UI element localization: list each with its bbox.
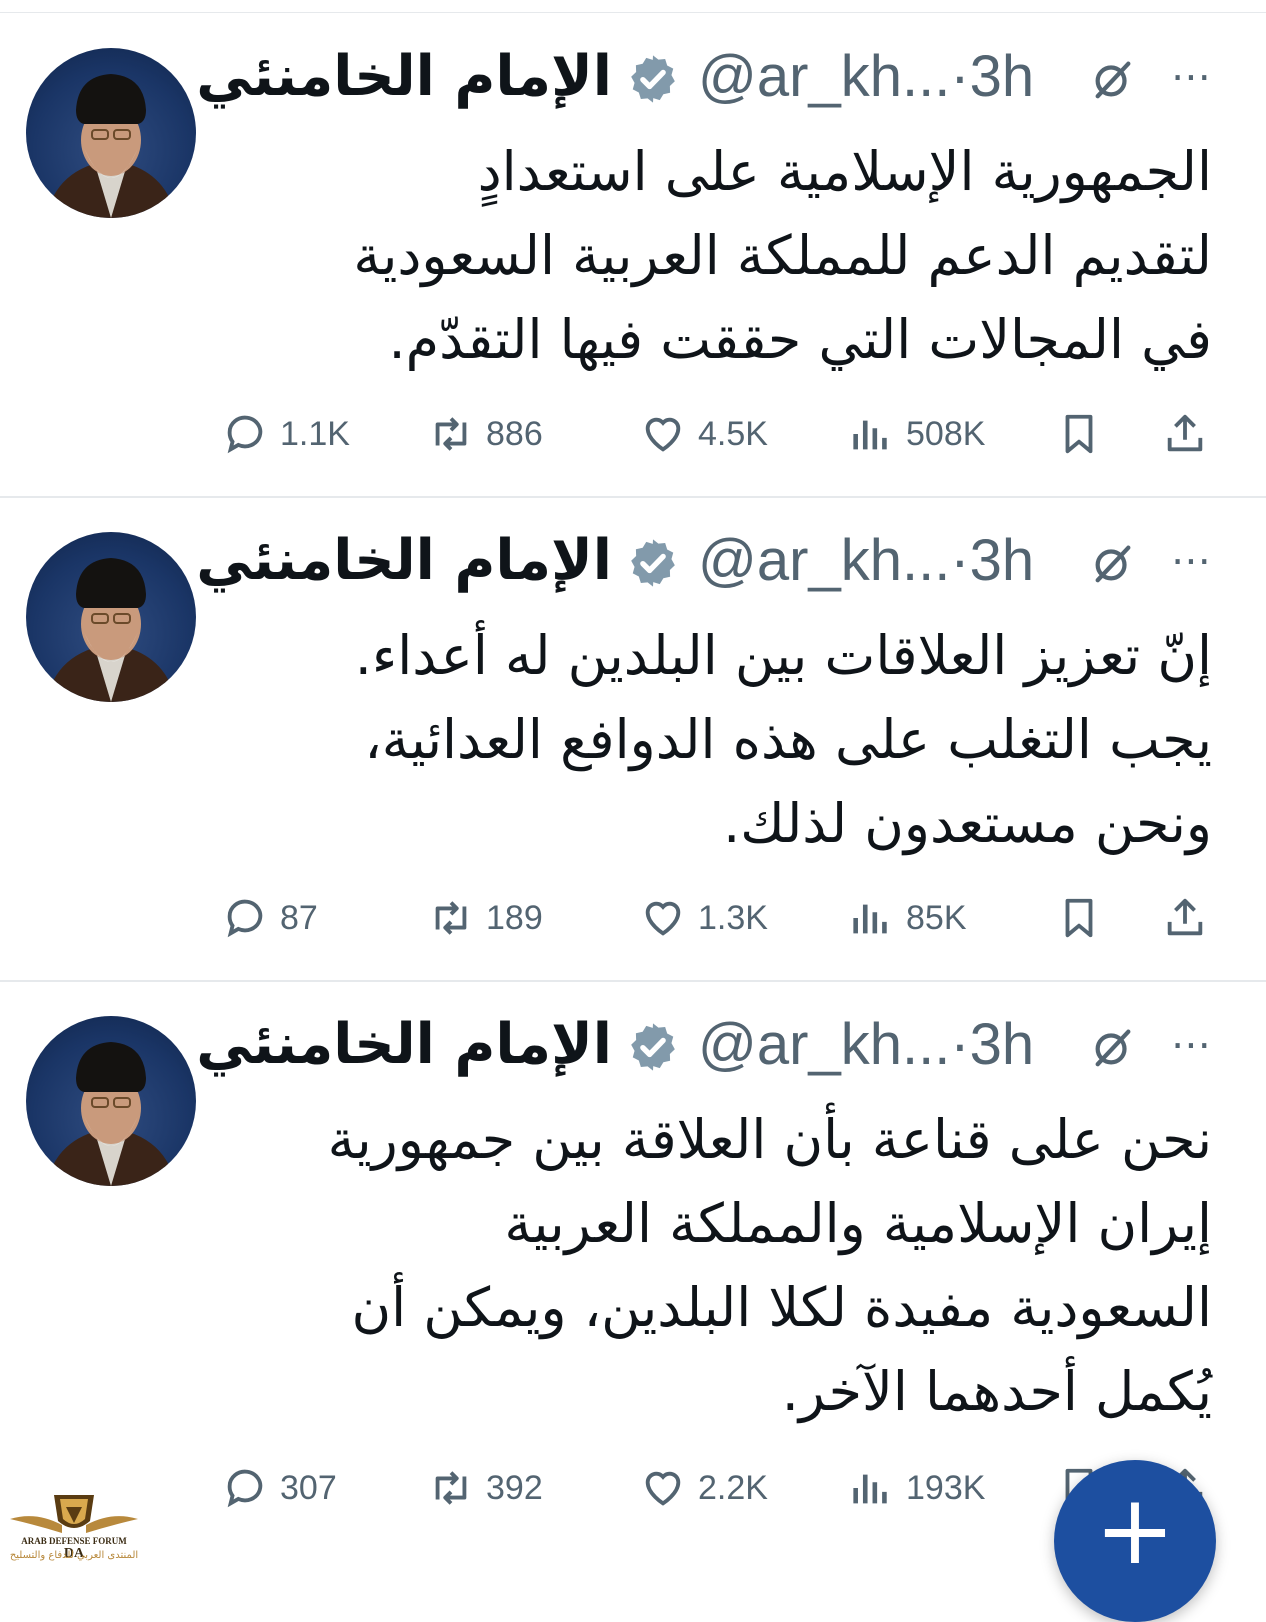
more-options-icon[interactable]: ⋯ [1166, 1010, 1214, 1080]
tweet-text-line: الجمهورية الإسلامية على استعدادٍ [477, 140, 1212, 203]
arab-defense-forum-logo-icon: DA [10, 1495, 138, 1561]
like-count: 2.2K [698, 1468, 768, 1507]
tweet-header: الإمام الخامنئي @ar_kh...·3h ⋯ [196, 42, 1222, 112]
view-count: 85K [906, 898, 967, 937]
avatar[interactable] [26, 48, 196, 218]
heart-icon [645, 1471, 681, 1506]
repost-icon [435, 417, 467, 451]
share-button[interactable] [1162, 890, 1220, 946]
reply-icon [227, 899, 263, 938]
tweet-actions: 1.1K 886 4.5K 508K [222, 406, 1212, 462]
like-count: 4.5K [698, 414, 768, 453]
author-handle[interactable]: @ar_kh...·3h [698, 526, 1034, 596]
views-chart-icon [853, 904, 887, 934]
author-handle[interactable]: @ar_kh...·3h [698, 42, 1034, 112]
reply-count: 307 [280, 1468, 337, 1507]
author-name[interactable]: الإمام الخامنئي [196, 1010, 612, 1080]
author-name[interactable]: الإمام الخامنئي [196, 42, 612, 112]
avatar-portrait-icon [46, 1042, 176, 1186]
repost-icon [435, 1471, 467, 1505]
more-options-icon[interactable]: ⋯ [1166, 42, 1214, 112]
tweet-text-line: لتقديم الدعم للمملكة العربية السعودية [353, 224, 1212, 287]
reply-button[interactable]: 307 [222, 1460, 337, 1516]
verified-badge-icon [631, 539, 675, 587]
reply-icon [227, 1469, 263, 1508]
watermark-arabic-text: المنتدى العربي للدفاع والتسليح [9, 1550, 139, 1561]
views-chart-icon [853, 420, 887, 450]
tweet-text-line: في المجالات التي حققت فيها التقدّم. [388, 308, 1212, 371]
tweet-text-line: ونحن مستعدون لذلك. [723, 792, 1212, 855]
bookmark-button[interactable] [1056, 406, 1114, 462]
like-count: 1.3K [698, 898, 768, 937]
repost-count: 392 [486, 1468, 543, 1507]
watermark-english-text: ARAB DEFENSE FORUM [21, 1536, 127, 1546]
tweet-text-line: إيران الإسلامية والمملكة العربية [504, 1192, 1212, 1255]
top-divider [0, 12, 1266, 13]
avatar-portrait-icon [46, 74, 176, 218]
repost-icon [435, 901, 467, 935]
tweet-text-line: السعودية مفيدة لكلا البلدين، ويمكن أن [351, 1276, 1212, 1339]
tweet-divider [0, 980, 1266, 982]
reply-count: 1.1K [280, 414, 350, 453]
share-icon [1167, 414, 1203, 452]
reply-button[interactable]: 1.1K [222, 406, 350, 462]
tweet-divider [0, 496, 1266, 498]
verified-badge-icon [631, 1023, 675, 1071]
heart-icon [645, 417, 681, 452]
tweet-text-line: إنّ تعزيز العلاقات بين البلدين له أعداء. [354, 624, 1212, 687]
views-button[interactable]: 193K [848, 1460, 985, 1516]
reply-count: 87 [280, 898, 318, 937]
avatar[interactable] [26, 1016, 196, 1186]
heart-icon [645, 901, 681, 936]
author-handle[interactable]: @ar_kh...·3h [698, 1010, 1034, 1080]
tweet-header: الإمام الخامنئي @ar_kh...·3h ⋯ [196, 1010, 1222, 1080]
tweet-text-line: نحن على قناعة بأن العلاقة بين جمهورية [327, 1108, 1212, 1171]
repost-button[interactable]: 886 [428, 406, 543, 462]
grok-icon[interactable] [1090, 1024, 1136, 1070]
tweet-actions: 87 189 1.3K 85K [222, 890, 1212, 946]
like-button[interactable]: 2.2K [640, 1460, 768, 1516]
compose-post-button[interactable]: + [1054, 1460, 1216, 1622]
reply-button[interactable]: 87 [222, 890, 318, 946]
share-button[interactable] [1162, 406, 1220, 462]
tweet-text: نحن على قناعة بأن العلاقة بين جمهورية إي… [222, 1098, 1212, 1434]
tweet-text: الجمهورية الإسلامية على استعدادٍ لتقديم … [222, 130, 1212, 382]
tweet-text-line: يجب التغلب على هذه الدوافع العدائية، [364, 708, 1212, 771]
repost-count: 189 [486, 898, 543, 937]
verified-badge-icon [631, 55, 675, 103]
view-count: 508K [906, 414, 986, 453]
more-options-icon[interactable]: ⋯ [1166, 526, 1214, 596]
tweet-text: إنّ تعزيز العلاقات بين البلدين له أعداء.… [222, 614, 1212, 866]
repost-button[interactable]: 392 [428, 1460, 543, 1516]
tweet-text-line: يُكمل أحدهما الآخر. [781, 1360, 1212, 1423]
plus-icon: + [1094, 1474, 1176, 1586]
views-button[interactable]: 508K [848, 406, 985, 462]
avatar[interactable] [26, 532, 196, 702]
views-chart-icon [853, 1474, 887, 1504]
bookmark-button[interactable] [1056, 890, 1114, 946]
tweet-header: الإمام الخامنئي @ar_kh...·3h ⋯ [196, 526, 1222, 596]
avatar-portrait-icon [46, 558, 176, 702]
repost-button[interactable]: 189 [428, 890, 543, 946]
view-count: 193K [906, 1468, 986, 1507]
bookmark-icon [1065, 414, 1093, 454]
bookmark-icon [1065, 898, 1093, 938]
views-button[interactable]: 85K [848, 890, 967, 946]
reply-icon [227, 415, 263, 454]
grok-icon[interactable] [1090, 540, 1136, 586]
share-icon [1167, 898, 1203, 936]
grok-icon[interactable] [1090, 56, 1136, 102]
repost-count: 886 [486, 414, 543, 453]
author-name[interactable]: الإمام الخامنئي [196, 526, 612, 596]
like-button[interactable]: 1.3K [640, 890, 768, 946]
like-button[interactable]: 4.5K [640, 406, 768, 462]
